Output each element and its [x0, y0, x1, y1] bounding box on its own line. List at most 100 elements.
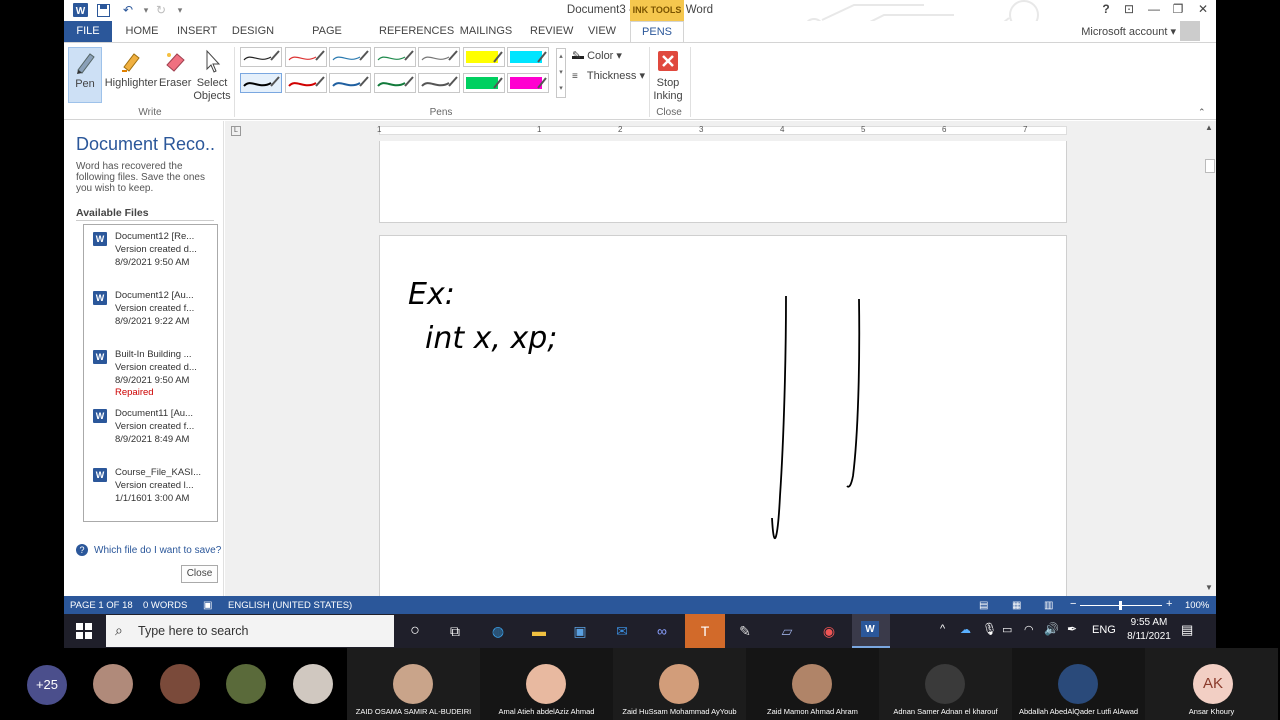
- tab-view[interactable]: VIEW: [586, 21, 618, 42]
- self-avatar[interactable]: AK: [1193, 664, 1233, 704]
- participant-avatar[interactable]: [93, 664, 133, 704]
- microphone-icon[interactable]: 🎙: [982, 622, 997, 636]
- zoom-out-button[interactable]: −: [1070, 598, 1076, 610]
- participant-tile[interactable]: Zaid HuSsam Mohammad AyYoub: [613, 648, 746, 720]
- participant-avatar[interactable]: [160, 664, 200, 704]
- account-label[interactable]: Microsoft account ▾: [1081, 25, 1176, 38]
- zoom-in-button[interactable]: +: [1166, 598, 1172, 610]
- zoom-level[interactable]: 100%: [1185, 600, 1209, 611]
- recovered-file-item[interactable]: W Built-In Building ... Version created d.…: [84, 346, 217, 401]
- participant-avatar[interactable]: [293, 664, 333, 704]
- restore-button[interactable]: ❐: [1168, 2, 1188, 18]
- teams-taskbar-button[interactable]: T: [685, 614, 725, 648]
- participant-tile[interactable]: Abdallah AbedAlQader Lutfi AlAwad: [1012, 648, 1145, 720]
- word-count[interactable]: 0 WORDS: [143, 600, 187, 611]
- link-app-icon[interactable]: ∞: [652, 621, 672, 641]
- page-count[interactable]: PAGE 1 OF 18: [70, 600, 133, 611]
- windows-start-icon[interactable]: [74, 621, 94, 641]
- word-taskbar-button[interactable]: W: [852, 614, 890, 648]
- ribbon-display-options-button[interactable]: ⊡: [1119, 2, 1139, 18]
- cortana-icon[interactable]: ○: [405, 621, 425, 641]
- pen-button[interactable]: Pen: [68, 47, 102, 103]
- scroll-down-icon[interactable]: ▼: [1205, 583, 1213, 592]
- tab-mailings[interactable]: MAILINGS: [456, 21, 516, 42]
- vertical-scrollbar[interactable]: ▲ ▼: [1204, 121, 1216, 596]
- pen-swatch[interactable]: [373, 47, 416, 67]
- proofing-icon[interactable]: ▣: [203, 600, 212, 611]
- battery-icon[interactable]: ▭: [1002, 623, 1012, 636]
- volume-icon[interactable]: 🔊: [1044, 622, 1059, 636]
- pen-swatch[interactable]: [329, 47, 371, 67]
- participant-tile[interactable]: Amal Atieh abdelAziz Ahmad: [480, 648, 613, 720]
- more-participants-badge[interactable]: +25: [27, 665, 67, 705]
- pen-swatch[interactable]: [329, 73, 371, 93]
- chrome-icon[interactable]: ◉: [819, 621, 839, 641]
- stop-inking-button[interactable]: Stop Inking: [650, 47, 686, 103]
- pen-swatch[interactable]: [240, 73, 282, 93]
- pen-swatch[interactable]: [284, 73, 327, 93]
- recovery-close-button[interactable]: Close: [181, 565, 218, 583]
- recovered-file-item[interactable]: W Document12 [Au... Version created f... 8/…: [84, 287, 217, 342]
- clock[interactable]: 9:55 AM 8/11/2021: [1124, 617, 1174, 642]
- web-layout-icon[interactable]: ▥: [1044, 600, 1053, 611]
- file-explorer-icon[interactable]: ▬: [529, 621, 549, 641]
- pen-swatch[interactable]: [418, 73, 460, 93]
- scroll-thumb[interactable]: [1205, 159, 1215, 173]
- read-mode-icon[interactable]: ▤: [979, 600, 988, 611]
- tab-references[interactable]: REFERENCES: [379, 21, 454, 42]
- notepad-icon[interactable]: ▱: [777, 621, 797, 641]
- tab-review[interactable]: REVIEW: [530, 21, 573, 42]
- collapse-ribbon-icon[interactable]: ⌃: [1198, 107, 1206, 118]
- pen-swatch[interactable]: [240, 47, 282, 67]
- show-hidden-icons[interactable]: ^: [940, 623, 945, 635]
- page-current[interactable]: Ex: int x, xp;: [379, 235, 1067, 596]
- tab-home[interactable]: HOME: [122, 21, 162, 42]
- pen-swatch[interactable]: [418, 47, 460, 67]
- tab-insert[interactable]: INSERT: [177, 21, 217, 42]
- eraser-button[interactable]: Eraser: [159, 47, 191, 90]
- task-view-icon[interactable]: ⧉: [445, 621, 465, 641]
- taskbar-search-box[interactable]: ⌕ Type here to search: [106, 615, 394, 647]
- pen-swatch[interactable]: [462, 73, 505, 93]
- tab-selector[interactable]: L: [231, 126, 241, 136]
- language-status[interactable]: ENGLISH (UNITED STATES): [228, 600, 352, 611]
- tab-file[interactable]: FILE: [64, 21, 112, 42]
- pen-swatch[interactable]: [507, 73, 549, 93]
- thickness-button[interactable]: ≡ Thickness ▾: [572, 69, 645, 82]
- recovered-file-item[interactable]: W Document11 [Au... Version created f... 8/…: [84, 405, 217, 460]
- account-avatar[interactable]: [1180, 21, 1200, 41]
- help-button[interactable]: ?: [1096, 2, 1116, 18]
- pen-swatch[interactable]: [462, 47, 505, 67]
- pen-swatch[interactable]: [507, 47, 549, 67]
- edge-icon[interactable]: ◍: [488, 621, 508, 641]
- mail-icon[interactable]: ✉: [612, 621, 632, 641]
- tab-page-layout[interactable]: PAGE LAYOUT: [290, 21, 364, 58]
- zoom-slider-thumb[interactable]: [1119, 601, 1122, 610]
- highlighter-button[interactable]: Highlighter: [104, 47, 158, 90]
- which-file-link[interactable]: Which file do I want to save?: [94, 545, 221, 556]
- paint-icon[interactable]: ✎: [735, 621, 755, 641]
- store-icon[interactable]: ▣: [570, 621, 590, 641]
- ink-canvas[interactable]: Ex: int x, xp;: [380, 236, 1068, 596]
- pen-swatch[interactable]: [373, 73, 416, 93]
- participant-tile[interactable]: Adnan Samer Adnan el kharouf: [879, 648, 1012, 720]
- minimize-button[interactable]: —: [1144, 2, 1164, 18]
- close-window-button[interactable]: ✕: [1193, 2, 1213, 18]
- participant-tile[interactable]: ZAID OSAMA SAMIR AL-BUDEIRI: [347, 648, 480, 720]
- select-objects-button[interactable]: Select Objects: [193, 47, 231, 103]
- tab-pens[interactable]: PENS: [630, 21, 684, 42]
- pen-workspace-icon[interactable]: ✒: [1067, 622, 1077, 636]
- pen-swatch[interactable]: [284, 47, 327, 67]
- tab-design[interactable]: DESIGN: [231, 21, 275, 42]
- participant-tile[interactable]: Zaid Mamon Ahmad Ahram: [746, 648, 879, 720]
- scroll-up-icon[interactable]: ▲: [1205, 123, 1213, 132]
- wifi-icon[interactable]: ◠: [1024, 623, 1034, 636]
- notifications-icon[interactable]: ▤: [1181, 622, 1193, 638]
- print-layout-icon[interactable]: ▦: [1012, 600, 1021, 611]
- language-indicator[interactable]: ENG: [1092, 624, 1116, 636]
- onedrive-icon[interactable]: ☁: [960, 623, 971, 636]
- recovered-file-item[interactable]: W Document12 [Re... Version created d... 8/…: [84, 228, 217, 283]
- recovered-file-item[interactable]: W Course_File_KASI... Version created l...…: [84, 464, 217, 519]
- participant-avatar[interactable]: [226, 664, 266, 704]
- gallery-scroll[interactable]: ▴ ▾ ▾: [556, 48, 566, 98]
